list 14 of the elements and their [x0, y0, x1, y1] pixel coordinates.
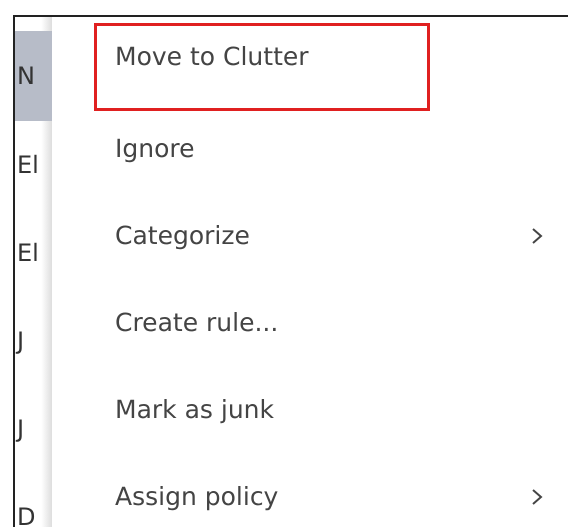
- menu-item[interactable]: Assign policy: [94, 453, 568, 527]
- chevron-right-icon: [531, 226, 543, 244]
- menu-item[interactable]: Create rule...: [94, 279, 568, 366]
- sender-name: J: [17, 326, 24, 357]
- sender-name: El: [17, 150, 39, 181]
- menu-item[interactable]: Mark as junk: [94, 366, 568, 453]
- sender-name: N: [17, 61, 35, 92]
- menu-item[interactable]: Move to Clutter: [94, 23, 430, 111]
- sender-name: D: [17, 502, 36, 527]
- sender-name: J: [17, 414, 24, 445]
- sender-name: El: [17, 238, 39, 269]
- menu-item[interactable]: Categorize: [94, 192, 568, 279]
- selected-row-highlight[interactable]: N: [15, 31, 52, 121]
- chevron-right-icon: [531, 488, 543, 506]
